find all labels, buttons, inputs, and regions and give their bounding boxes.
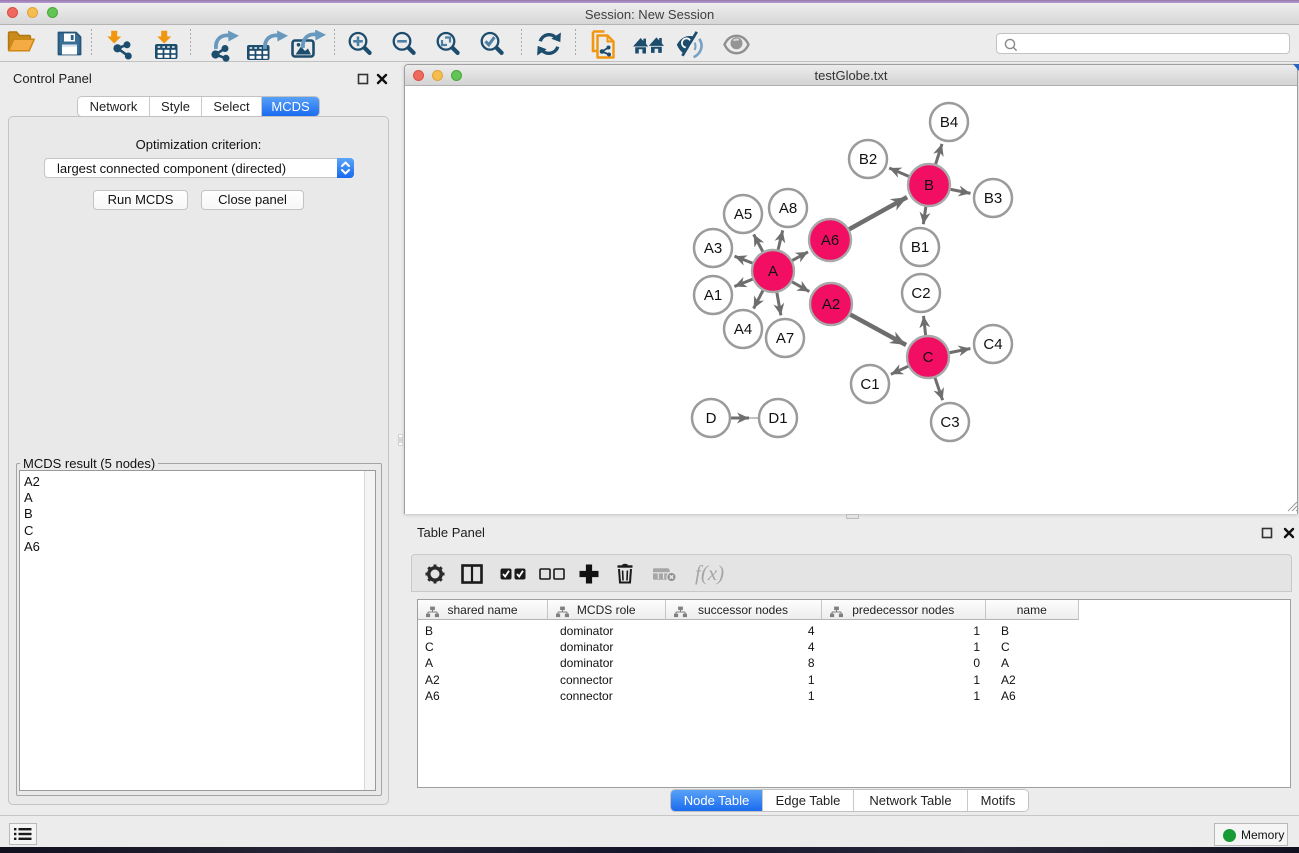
svg-text:B4: B4 (940, 114, 958, 131)
svg-text:C2: C2 (911, 285, 930, 302)
svg-text:C: C (923, 349, 934, 366)
svg-text:A5: A5 (734, 206, 752, 223)
svg-text:B3: B3 (984, 190, 1002, 207)
svg-text:C1: C1 (860, 376, 879, 393)
svg-text:D1: D1 (768, 410, 787, 427)
svg-text:A8: A8 (779, 200, 797, 217)
svg-text:A: A (768, 263, 778, 280)
svg-text:A2: A2 (822, 296, 840, 313)
svg-text:A1: A1 (704, 287, 722, 304)
svg-text:C4: C4 (983, 336, 1002, 353)
svg-text:A6: A6 (821, 232, 839, 249)
svg-text:A7: A7 (776, 330, 794, 347)
svg-text:A4: A4 (734, 321, 752, 338)
svg-text:C3: C3 (940, 414, 959, 431)
svg-text:B: B (924, 177, 934, 194)
svg-text:A3: A3 (704, 240, 722, 257)
svg-text:B1: B1 (911, 239, 929, 256)
svg-text:D: D (706, 410, 717, 427)
svg-text:B2: B2 (859, 151, 877, 168)
